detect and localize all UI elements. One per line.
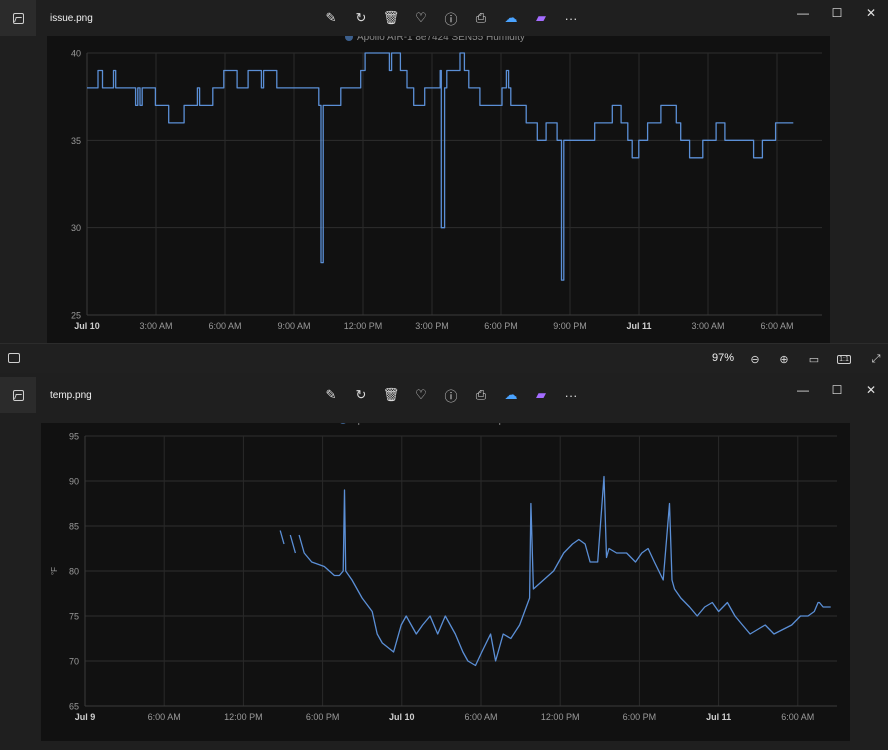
x-tick-label: Jul 10: [389, 712, 415, 722]
clipchamp-icon[interactable]: ▰: [526, 385, 556, 405]
info-icon[interactable]: ⓘ: [436, 385, 466, 405]
info-icon[interactable]: ⓘ: [436, 8, 466, 28]
y-axis-label: °F: [50, 567, 59, 575]
maximize-icon[interactable]: ☐: [820, 377, 854, 403]
actual-size-icon[interactable]: 1:1: [835, 350, 853, 368]
series-line: [87, 52, 794, 281]
y-tick-label: 80: [69, 567, 79, 577]
zoom-level: 97%: [712, 352, 735, 364]
photos-app-icon[interactable]: [0, 0, 36, 36]
window-controls: — ☐ ✕: [786, 0, 888, 26]
y-tick-label: 95: [69, 432, 79, 442]
clipchamp-icon[interactable]: ▰: [526, 8, 556, 28]
favorite-icon[interactable]: ♡: [406, 8, 436, 28]
x-tick-label: Jul 10: [74, 321, 100, 331]
y-tick-label: 25: [71, 311, 81, 321]
viewer-window-temp: temp.png ✎ ↻ 🗑 ♡ ⓘ ⎙ ☁ ▰ ··· — ☐ ✕ Apoll…: [0, 373, 888, 750]
fullscreen-icon[interactable]: ⤢: [867, 350, 885, 368]
print-icon[interactable]: ⎙: [466, 385, 496, 405]
chart-title: Apollo AIR-1 8e7424 SEN55 Temperature: [351, 423, 536, 426]
photos-app-icon[interactable]: [0, 377, 36, 413]
x-tick-label: 6:00 AM: [464, 712, 497, 722]
x-tick-label: Jul 11: [706, 712, 731, 722]
x-tick-label: 3:00 PM: [415, 321, 449, 331]
x-tick-label: Jul 9: [75, 712, 96, 722]
chart-image-humidity: Apollo AIR-1 8e7424 SEN55 Humidity 40 35 30…: [47, 36, 830, 343]
file-name: issue.png: [50, 13, 93, 24]
viewer-window-issue: issue.png ✎ ↻ 🗑 ♡ ⓘ ⎙ ☁ ▰ ··· — ☐ ✕ Apol…: [0, 0, 888, 343]
y-tick-label: 75: [69, 612, 79, 622]
x-tick-label: 6:00 AM: [208, 321, 241, 331]
favorite-icon[interactable]: ♡: [406, 385, 436, 405]
x-tick-label: 6:00 AM: [781, 712, 814, 722]
legend-marker: [340, 423, 346, 424]
close-icon[interactable]: ✕: [854, 377, 888, 403]
onedrive-icon[interactable]: ☁: [496, 385, 526, 405]
y-tick-label: 30: [71, 223, 81, 233]
y-tick-label: 65: [69, 702, 79, 712]
humidity-chart: Apollo AIR-1 8e7424 SEN55 Humidity 40 35 30…: [71, 36, 822, 331]
more-options-icon[interactable]: ···: [556, 8, 586, 28]
series-line: [289, 534, 297, 554]
edit-image-icon[interactable]: ✎: [316, 8, 346, 28]
close-icon[interactable]: ✕: [854, 0, 888, 26]
x-tick-label: 3:00 AM: [139, 321, 172, 331]
delete-icon[interactable]: 🗑: [376, 385, 406, 405]
delete-icon[interactable]: 🗑: [376, 8, 406, 28]
more-options-icon[interactable]: ···: [556, 385, 586, 405]
print-icon[interactable]: ⎙: [466, 8, 496, 28]
chart-image-temperature: Apollo AIR-1 8e7424 SEN55 Temperature 95 9…: [41, 423, 850, 741]
y-tick-label: 85: [69, 522, 79, 532]
y-tick-label: 35: [71, 136, 81, 146]
zoom-in-icon[interactable]: ⊕: [775, 350, 793, 368]
series-line: [279, 530, 285, 545]
y-tick-label: 70: [69, 657, 79, 667]
x-tick-label: 9:00 PM: [553, 321, 587, 331]
y-tick-label: 90: [69, 477, 79, 487]
x-tick-label: 12:00 PM: [224, 712, 263, 722]
y-tick-label: 40: [71, 49, 81, 59]
rotate-icon[interactable]: ↻: [346, 385, 376, 405]
edit-image-icon[interactable]: ✎: [316, 385, 346, 405]
x-tick-label: Jul 11: [626, 321, 651, 331]
toolbar: ✎ ↻ 🗑 ♡ ⓘ ⎙ ☁ ▰ ···: [316, 8, 586, 28]
x-tick-label: 6:00 PM: [623, 712, 657, 722]
x-tick-label: 9:00 AM: [277, 321, 310, 331]
legend-marker: [345, 36, 353, 41]
maximize-icon[interactable]: ☐: [820, 0, 854, 26]
status-bar: 97% ⊖ ⊕ ▭ 1:1 ⤢: [0, 343, 888, 373]
x-tick-label: 6:00 AM: [760, 321, 793, 331]
title-bar: issue.png ✎ ↻ 🗑 ♡ ⓘ ⎙ ☁ ▰ ··· — ☐ ✕: [0, 0, 888, 36]
x-tick-label: 6:00 PM: [306, 712, 340, 722]
x-tick-label: 3:00 AM: [691, 321, 724, 331]
x-tick-label: 6:00 PM: [484, 321, 518, 331]
x-tick-label: 6:00 AM: [148, 712, 181, 722]
title-bar: temp.png ✎ ↻ 🗑 ♡ ⓘ ⎙ ☁ ▰ ··· — ☐ ✕: [0, 377, 888, 413]
x-tick-label: 12:00 PM: [344, 321, 383, 331]
minimize-icon[interactable]: —: [786, 0, 820, 26]
filmstrip-icon[interactable]: [8, 353, 20, 363]
minimize-icon[interactable]: —: [786, 377, 820, 403]
x-tick-label: 12:00 PM: [541, 712, 580, 722]
temperature-chart: Apollo AIR-1 8e7424 SEN55 Temperature 95 9…: [50, 423, 837, 722]
zoom-out-icon[interactable]: ⊖: [746, 350, 764, 368]
file-name: temp.png: [50, 390, 92, 401]
onedrive-icon[interactable]: ☁: [496, 8, 526, 28]
fit-to-window-icon[interactable]: ▭: [805, 350, 823, 368]
toolbar: ✎ ↻ 🗑 ♡ ⓘ ⎙ ☁ ▰ ···: [316, 385, 586, 405]
chart-title: Apollo AIR-1 8e7424 SEN55 Humidity: [357, 36, 525, 43]
window-controls: — ☐ ✕: [786, 377, 888, 403]
rotate-icon[interactable]: ↻: [346, 8, 376, 28]
